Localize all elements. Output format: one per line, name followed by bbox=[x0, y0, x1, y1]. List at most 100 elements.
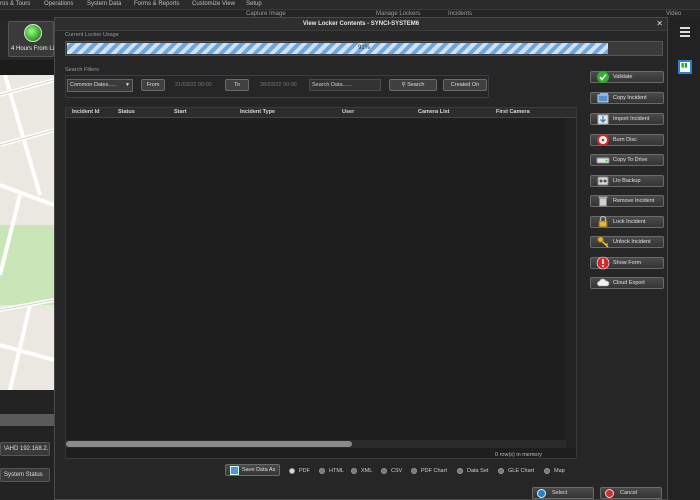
burn-disc-button[interactable]: Burn Disc bbox=[590, 134, 664, 146]
menu-item[interactable]: Operations bbox=[44, 0, 73, 9]
dialog-title-bar[interactable]: View Locker Contents - SYNCI-SYSTEM6 ✕ bbox=[55, 18, 667, 31]
from-date-field[interactable]: 21/03/22 00:00 bbox=[175, 80, 212, 91]
search-button[interactable]: ⚲ Search bbox=[389, 79, 437, 91]
chevron-down-icon: ▼ bbox=[125, 82, 130, 88]
column-header[interactable]: Start bbox=[174, 108, 187, 117]
format-label: GLE Chart bbox=[508, 468, 534, 474]
drive-icon bbox=[596, 157, 610, 164]
show-form-label: Show Form bbox=[613, 260, 642, 266]
radio-dot bbox=[544, 468, 550, 474]
column-header[interactable]: User bbox=[342, 108, 354, 117]
radio-dot bbox=[289, 468, 295, 474]
search-button-label: Search bbox=[407, 82, 425, 88]
address-field[interactable]: \AHD 192.168.2... bbox=[0, 442, 50, 456]
created-on-button[interactable]: Created On bbox=[443, 79, 487, 91]
radio-dot bbox=[498, 468, 504, 474]
cancel-label: Cancel bbox=[620, 490, 638, 496]
format-label: PDF Chart bbox=[421, 468, 447, 474]
live-icon bbox=[24, 24, 42, 42]
format-label: Data Set bbox=[467, 468, 489, 474]
dialog-title: View Locker Contents - SYNCI-SYSTEM6 bbox=[302, 21, 420, 27]
cancel-button[interactable]: Cancel bbox=[600, 487, 662, 499]
lock-incident-button[interactable]: Lock Incident bbox=[590, 215, 664, 228]
key-icon bbox=[597, 236, 609, 248]
cloud-icon bbox=[597, 278, 610, 287]
radio-dot bbox=[319, 468, 325, 474]
close-icon[interactable]: ✕ bbox=[656, 18, 663, 30]
scrollbar-thumb[interactable] bbox=[66, 441, 352, 447]
system-status-button[interactable]: System Status bbox=[0, 468, 50, 482]
menu-item[interactable]: Forms & Reports bbox=[134, 0, 179, 9]
save-icon bbox=[230, 466, 239, 475]
copy-incident-label: Copy Incident bbox=[613, 95, 647, 101]
menu-item[interactable]: System Data bbox=[87, 0, 121, 9]
live-view-button[interactable]: 4 Hours From Liv bbox=[8, 21, 57, 57]
remove-incident-label: Remove Incident bbox=[613, 198, 655, 204]
remove-incident-button[interactable]: Remove Incident bbox=[590, 195, 664, 207]
map-streets bbox=[0, 75, 54, 390]
burn-disc-label: Burn Disc bbox=[613, 137, 637, 143]
show-form-button[interactable]: Show Form bbox=[590, 256, 664, 270]
common-dates-select[interactable]: Common Dates..... ▼ bbox=[67, 79, 133, 92]
radio-dot bbox=[411, 468, 417, 474]
left-panel: \AHD 192.168.2... System Status bbox=[0, 390, 54, 500]
common-dates-value: Common Dates..... bbox=[70, 82, 116, 88]
radio-dot bbox=[457, 468, 463, 474]
usage-percent: 91% bbox=[357, 45, 370, 51]
radio-dot bbox=[351, 468, 357, 474]
trash-icon bbox=[598, 196, 608, 207]
map-view[interactable] bbox=[0, 75, 54, 390]
search-data-input[interactable]: Search Data...... bbox=[309, 79, 381, 91]
usage-label: Current Locker Usage bbox=[65, 32, 119, 38]
lock-icon bbox=[598, 215, 608, 228]
copy-incident-button[interactable]: Copy Incident bbox=[590, 92, 664, 104]
panel-divider bbox=[0, 414, 54, 426]
lto-backup-button[interactable]: Lto Backup bbox=[590, 175, 664, 187]
import-incident-button[interactable]: Import Incident bbox=[590, 113, 664, 125]
search-filters-label: Search Filters bbox=[65, 67, 99, 73]
horizontal-scrollbar[interactable] bbox=[66, 440, 566, 448]
column-header[interactable]: Status bbox=[118, 108, 135, 117]
copy-to-drive-button[interactable]: Copy To Drive bbox=[590, 154, 664, 166]
select-button[interactable]: Select bbox=[532, 487, 594, 499]
validate-label: Validate bbox=[613, 74, 633, 80]
column-header[interactable]: Camera List bbox=[418, 108, 450, 117]
cloud-export-button[interactable]: Cloud Export bbox=[590, 277, 664, 289]
import-incident-label: Import Incident bbox=[613, 116, 650, 122]
column-header[interactable]: Incident Id bbox=[72, 108, 100, 117]
play-icon bbox=[537, 489, 546, 498]
incidents-table[interactable]: Incident Id Status Start Incident Type U… bbox=[65, 107, 577, 459]
to-button[interactable]: To bbox=[225, 79, 249, 91]
tape-icon bbox=[597, 176, 609, 186]
column-header[interactable]: First Camera bbox=[496, 108, 530, 117]
to-date-field[interactable]: 28/03/22 00:00 bbox=[260, 80, 297, 91]
disc-icon bbox=[597, 134, 609, 146]
video-config-icon[interactable] bbox=[678, 60, 692, 74]
view-locker-dialog: View Locker Contents - SYNCI-SYSTEM6 ✕ C… bbox=[54, 17, 668, 500]
vertical-scrollbar[interactable] bbox=[566, 118, 576, 448]
column-header[interactable]: Incident Type bbox=[240, 108, 275, 117]
format-label: PDF bbox=[299, 468, 310, 474]
import-icon bbox=[597, 114, 609, 125]
format-label: CSV bbox=[391, 468, 403, 474]
close-icon bbox=[605, 489, 614, 498]
format-label: Map bbox=[554, 468, 565, 474]
app-menubar: ros & Tours Operations System Data Forms… bbox=[0, 0, 700, 10]
hamburger-menu-icon[interactable] bbox=[680, 27, 690, 39]
lto-backup-label: Lto Backup bbox=[613, 178, 641, 184]
save-data-as-label: Save Data As bbox=[242, 467, 276, 473]
left-toolbar: 4 Hours From Liv bbox=[0, 19, 57, 60]
unlock-incident-button[interactable]: Unlock Incident bbox=[590, 236, 664, 248]
table-header: Incident Id Status Start Incident Type U… bbox=[66, 108, 576, 118]
right-strip bbox=[668, 19, 700, 500]
validate-button[interactable]: Validate bbox=[590, 71, 664, 83]
menu-item[interactable]: Customize View bbox=[192, 0, 235, 9]
save-data-as-button[interactable]: Save Data As bbox=[225, 464, 280, 476]
cloud-export-label: Cloud Export bbox=[613, 280, 645, 286]
menu-item[interactable]: ros & Tours bbox=[0, 0, 30, 9]
menu-item[interactable]: Setup bbox=[246, 0, 262, 9]
from-button[interactable]: From bbox=[141, 79, 165, 91]
format-label: HTML bbox=[329, 468, 344, 474]
locker-usage-bar: 91% bbox=[65, 41, 663, 56]
unlock-incident-label: Unlock Incident bbox=[613, 239, 651, 245]
